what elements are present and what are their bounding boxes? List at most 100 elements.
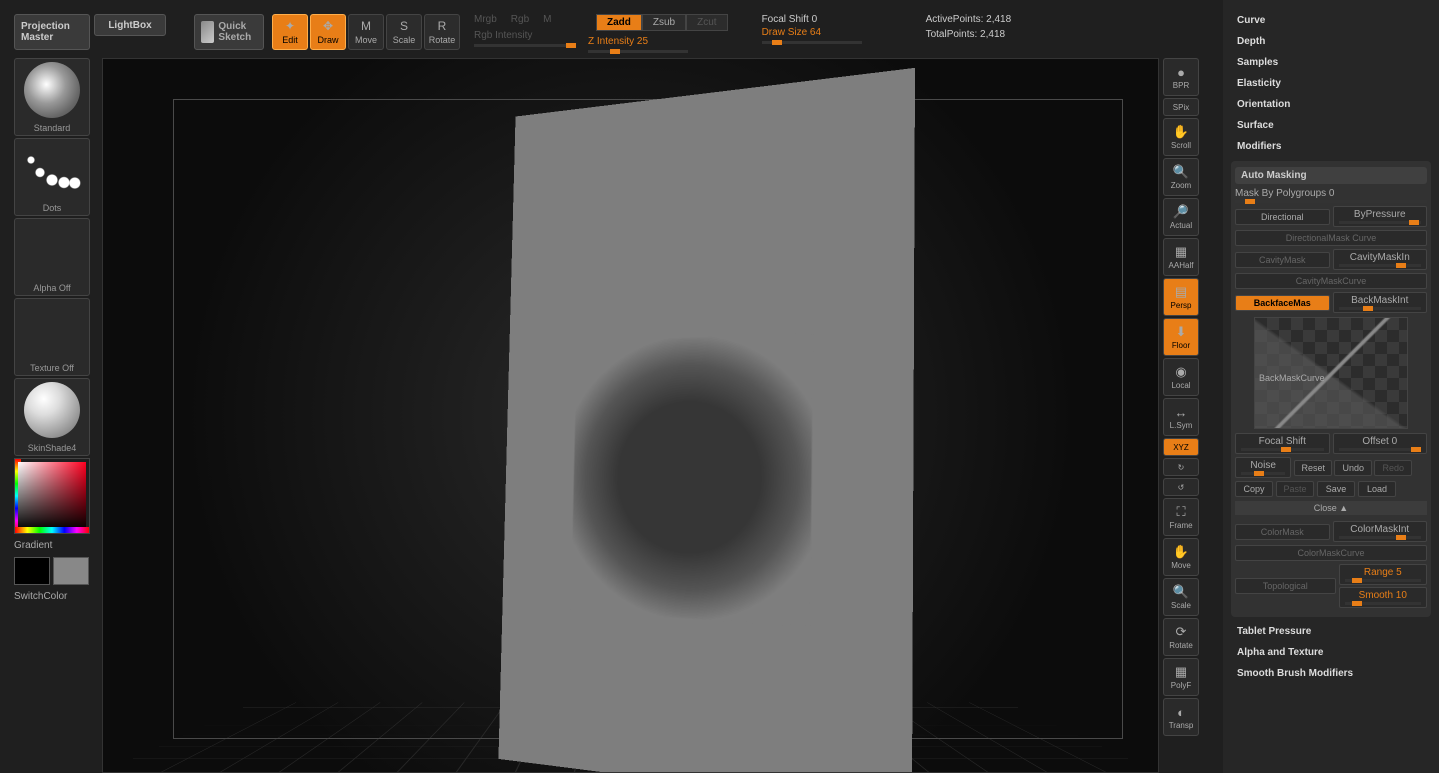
save-button[interactable]: Save <box>1317 481 1355 497</box>
panel-orientation[interactable]: Orientation <box>1231 94 1431 115</box>
right-properties-panel: Curve Depth Samples Elasticity Orientati… <box>1223 0 1439 773</box>
reset-button[interactable]: Reset <box>1294 460 1332 476</box>
panel-tablet-pressure[interactable]: Tablet Pressure <box>1231 621 1431 642</box>
nav-scale-button[interactable]: 🔍Scale <box>1163 578 1199 616</box>
xyz-button[interactable]: XYZ <box>1163 438 1199 456</box>
frame-button[interactable]: ⛶Frame <box>1163 498 1199 536</box>
transp-button[interactable]: ◐Transp <box>1163 698 1199 736</box>
zadd-button[interactable]: Zadd <box>596 14 642 31</box>
color-picker[interactable] <box>14 458 90 534</box>
m-toggle[interactable]: M <box>543 14 551 25</box>
smooth-slider[interactable]: Smooth 10 <box>1339 587 1428 608</box>
colormask-curve[interactable]: ColorMaskCurve <box>1235 545 1427 561</box>
cavitymask-toggle[interactable]: CavityMask <box>1235 252 1330 268</box>
scroll-button[interactable]: ✋Scroll <box>1163 118 1199 156</box>
switch-color-button[interactable]: SwitchColor <box>14 587 94 606</box>
frame-icon: ⛶ <box>1176 504 1185 520</box>
actual-button[interactable]: 🔎Actual <box>1163 198 1199 236</box>
panel-samples[interactable]: Samples <box>1231 52 1431 73</box>
panel-depth[interactable]: Depth <box>1231 31 1431 52</box>
scale-tool-button[interactable]: SScale <box>386 14 422 50</box>
edit-tool-button[interactable]: ✦Edit <box>272 14 308 50</box>
rot-ccw-button[interactable]: ↺ <box>1163 478 1199 496</box>
undo-button[interactable]: Undo <box>1334 460 1372 476</box>
nav-rotate-button[interactable]: ⟳Rotate <box>1163 618 1199 656</box>
gradient-label[interactable]: Gradient <box>14 536 94 555</box>
draw-size-label: Draw Size 64 <box>762 27 862 38</box>
quick-sketch-button[interactable]: Quick Sketch <box>194 14 264 50</box>
directional-toggle[interactable]: Directional <box>1235 209 1330 225</box>
mesh-plane[interactable] <box>498 68 915 773</box>
texture-select[interactable]: Texture Off <box>14 298 90 376</box>
left-palette: Standard Dots Alpha Off Texture Off Skin… <box>14 58 94 606</box>
transform-tool-group: ✦Edit ✥Draw MMove SScale RRotate <box>272 14 460 50</box>
range-slider[interactable]: Range 5 <box>1339 564 1428 585</box>
viewport-canvas[interactable] <box>102 58 1159 773</box>
hand-icon: ✋ <box>1173 124 1189 140</box>
quicksketch-label: Quick Sketch <box>218 21 257 43</box>
bypressure-slider[interactable]: ByPressure <box>1333 206 1428 227</box>
panel-surface[interactable]: Surface <box>1231 115 1431 136</box>
nav-move-button[interactable]: ✋Move <box>1163 538 1199 576</box>
lsym-icon: ↔ <box>1175 405 1188 420</box>
swatch-primary[interactable] <box>53 557 89 585</box>
topological-toggle[interactable]: Topological <box>1235 578 1336 594</box>
hue-bottom[interactable] <box>15 527 89 533</box>
rgb-intensity-slider[interactable] <box>474 44 574 47</box>
backmask-curve-editor[interactable]: BackMaskCurve <box>1254 317 1408 429</box>
lightbox-button[interactable]: LightBox <box>94 14 166 36</box>
curve-focal-shift-slider[interactable]: Focal Shift <box>1235 433 1330 454</box>
colormask-toggle[interactable]: ColorMask <box>1235 524 1330 540</box>
lsym-button[interactable]: ↔L.Sym <box>1163 398 1199 436</box>
panel-smooth-brush-modifiers[interactable]: Smooth Brush Modifiers <box>1231 663 1431 684</box>
zcut-button[interactable]: Zcut <box>686 14 727 31</box>
move-tool-button[interactable]: MMove <box>348 14 384 50</box>
alpha-select[interactable]: Alpha Off <box>14 218 90 296</box>
zoom-button[interactable]: 🔍Zoom <box>1163 158 1199 196</box>
spix-button[interactable]: SPix <box>1163 98 1199 116</box>
brush-select[interactable]: Standard <box>14 58 90 136</box>
mrgb-toggle[interactable]: Mrgb <box>474 14 497 25</box>
backmask-int-slider[interactable]: BackMaskInt <box>1333 292 1428 313</box>
close-curve-button[interactable]: Close ▲ <box>1235 501 1427 515</box>
rgb-toggle[interactable]: Rgb <box>511 14 529 25</box>
polyf-button[interactable]: ▦PolyF <box>1163 658 1199 696</box>
panel-modifiers[interactable]: Modifiers <box>1231 136 1431 157</box>
auto-masking-header[interactable]: Auto Masking <box>1235 167 1427 184</box>
panel-curve[interactable]: Curve <box>1231 10 1431 31</box>
noise-slider[interactable]: Noise <box>1235 457 1291 478</box>
curve-offset-slider[interactable]: Offset 0 <box>1333 433 1428 454</box>
projection-master-button[interactable]: Projection Master <box>14 14 90 50</box>
cavitymask-curve[interactable]: CavityMaskCurve <box>1235 273 1427 289</box>
colormask-int-slider[interactable]: ColorMaskInt <box>1333 521 1428 542</box>
mask-by-polygroups-slider[interactable]: Mask By Polygroups 0 <box>1235 188 1427 203</box>
draw-tool-button[interactable]: ✥Draw <box>310 14 346 50</box>
local-button[interactable]: ◉Local <box>1163 358 1199 396</box>
bpr-button[interactable]: ●BPR <box>1163 58 1199 96</box>
draw-size-slider[interactable] <box>762 41 862 44</box>
rotate-tool-button[interactable]: RRotate <box>424 14 460 50</box>
panel-elasticity[interactable]: Elasticity <box>1231 73 1431 94</box>
stroke-select[interactable]: Dots <box>14 138 90 216</box>
directionalmask-curve[interactable]: DirectionalMask Curve <box>1235 230 1427 246</box>
z-intensity-slider[interactable] <box>588 50 688 53</box>
color-field[interactable] <box>18 462 86 530</box>
sphere-icon: ● <box>1177 65 1185 80</box>
material-select[interactable]: SkinShade4 <box>14 378 90 456</box>
cavitymask-int-slider[interactable]: CavityMaskIn <box>1333 249 1428 270</box>
backface-mask-toggle[interactable]: BackfaceMas <box>1235 295 1330 311</box>
load-button[interactable]: Load <box>1358 481 1396 497</box>
auto-masking-section: Auto Masking Mask By Polygroups 0 Direct… <box>1231 161 1431 617</box>
paste-button[interactable]: Paste <box>1276 481 1314 497</box>
aahalf-button[interactable]: ▦AAHalf <box>1163 238 1199 276</box>
floor-button[interactable]: ⬇Floor <box>1163 318 1199 356</box>
redo-button[interactable]: Redo <box>1374 460 1412 476</box>
persp-button[interactable]: ▤Persp <box>1163 278 1199 316</box>
copy-button[interactable]: Copy <box>1235 481 1273 497</box>
panel-alpha-texture[interactable]: Alpha and Texture <box>1231 642 1431 663</box>
zsub-button[interactable]: Zsub <box>642 14 686 31</box>
swatch-secondary[interactable] <box>14 557 50 585</box>
zoom-icon: 🔍 <box>1173 164 1189 180</box>
total-points-label: TotalPoints: 2,418 <box>926 29 1012 40</box>
rot-cw-button[interactable]: ↻ <box>1163 458 1199 476</box>
